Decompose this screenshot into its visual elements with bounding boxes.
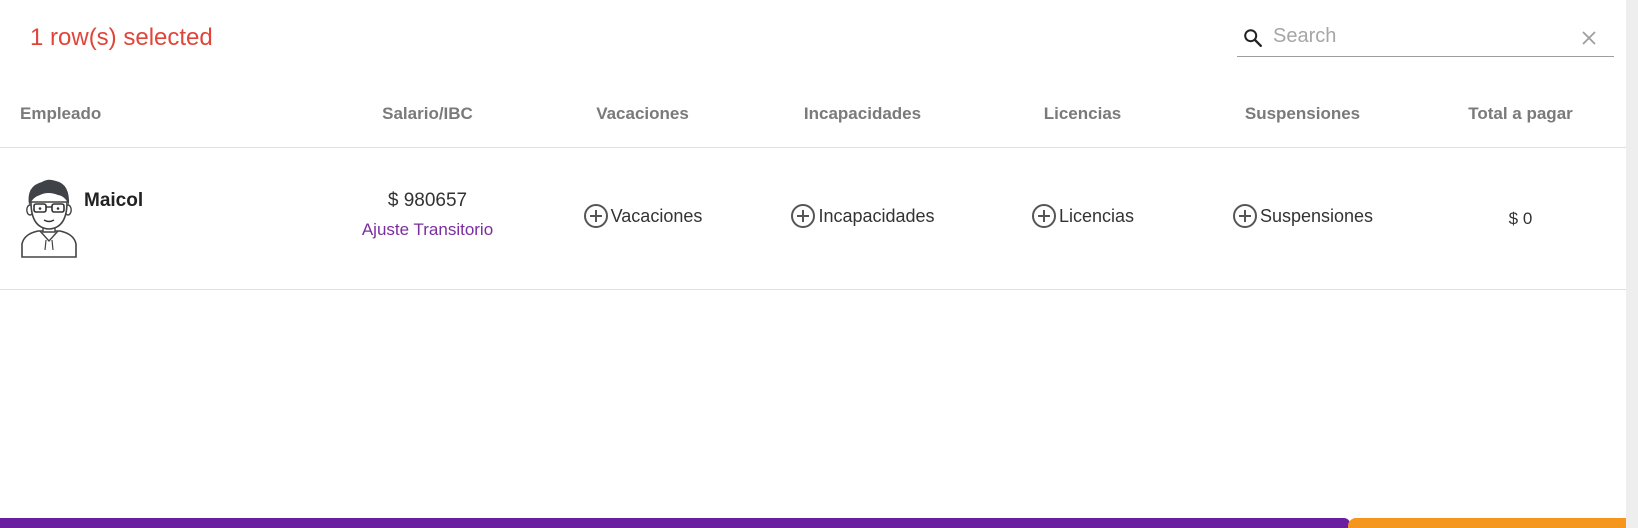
licencias-cell: Licencias [975, 147, 1190, 290]
plus-circle-icon [791, 204, 816, 228]
bottom-accent-bar [0, 518, 1626, 528]
add-vacaciones-button[interactable]: Vacaciones [583, 203, 703, 229]
add-incapacidades-label: Incapacidades [818, 205, 935, 226]
search-input[interactable] [1273, 20, 1563, 52]
bottom-bar-orange [1348, 518, 1626, 528]
total-value: $ 0 [1508, 209, 1533, 228]
add-suspensiones-label: Suspensiones [1259, 205, 1374, 226]
column-header-total[interactable]: Total a pagar [1415, 80, 1626, 148]
plus-circle-icon [583, 204, 608, 228]
employee-name: Maicol [84, 190, 144, 211]
plus-circle-icon [1031, 204, 1056, 228]
payroll-page: 1 row(s) selected Empleado [0, 0, 1638, 528]
incapacidades-cell: Incapacidades [750, 147, 975, 290]
suspensiones-cell: Suspensiones [1190, 147, 1415, 290]
add-licencias-label: Licencias [1058, 205, 1135, 226]
column-header-empleado[interactable]: Empleado [0, 80, 320, 148]
salary-cell: $ 980657 Ajuste Transitorio [320, 147, 535, 290]
vertical-scrollbar[interactable] [1626, 0, 1638, 528]
vacaciones-cell: Vacaciones [535, 147, 750, 290]
bottom-bar-purple [0, 518, 1350, 528]
salary-value: $ 980657 [387, 189, 468, 211]
total-cell: $ 0 [1415, 147, 1626, 290]
column-header-vacaciones[interactable]: Vacaciones [535, 80, 750, 148]
add-vacaciones-label: Vacaciones [610, 205, 703, 226]
table-toolbar: 1 row(s) selected [0, 0, 1626, 80]
avatar-icon [21, 179, 77, 258]
close-icon[interactable] [1577, 26, 1601, 50]
add-suspensiones-button[interactable]: Suspensiones [1232, 203, 1373, 229]
column-header-licencias[interactable]: Licencias [975, 80, 1190, 148]
column-header-salario[interactable]: Salario/IBC [320, 80, 535, 148]
employee-cell: Maicol [0, 147, 320, 290]
selection-count: 1 row(s) selected [30, 24, 213, 51]
search-box [1237, 18, 1614, 57]
employee-table: Empleado Salario/IBC Vacaciones Incapaci… [0, 80, 1626, 290]
search-icon [1244, 29, 1262, 47]
plus-circle-icon [1232, 204, 1257, 228]
table-row[interactable]: Maicol $ 980657 Ajuste Transitorio Vacac… [0, 147, 1626, 290]
adjust-transitorio-link[interactable]: Ajuste Transitorio [362, 220, 493, 240]
add-incapacidades-button[interactable]: Incapacidades [790, 203, 935, 229]
column-header-incapacidades[interactable]: Incapacidades [750, 80, 975, 148]
column-header-suspensiones[interactable]: Suspensiones [1190, 80, 1415, 148]
add-licencias-button[interactable]: Licencias [1031, 203, 1134, 229]
table-header-row: Empleado Salario/IBC Vacaciones Incapaci… [0, 80, 1626, 148]
